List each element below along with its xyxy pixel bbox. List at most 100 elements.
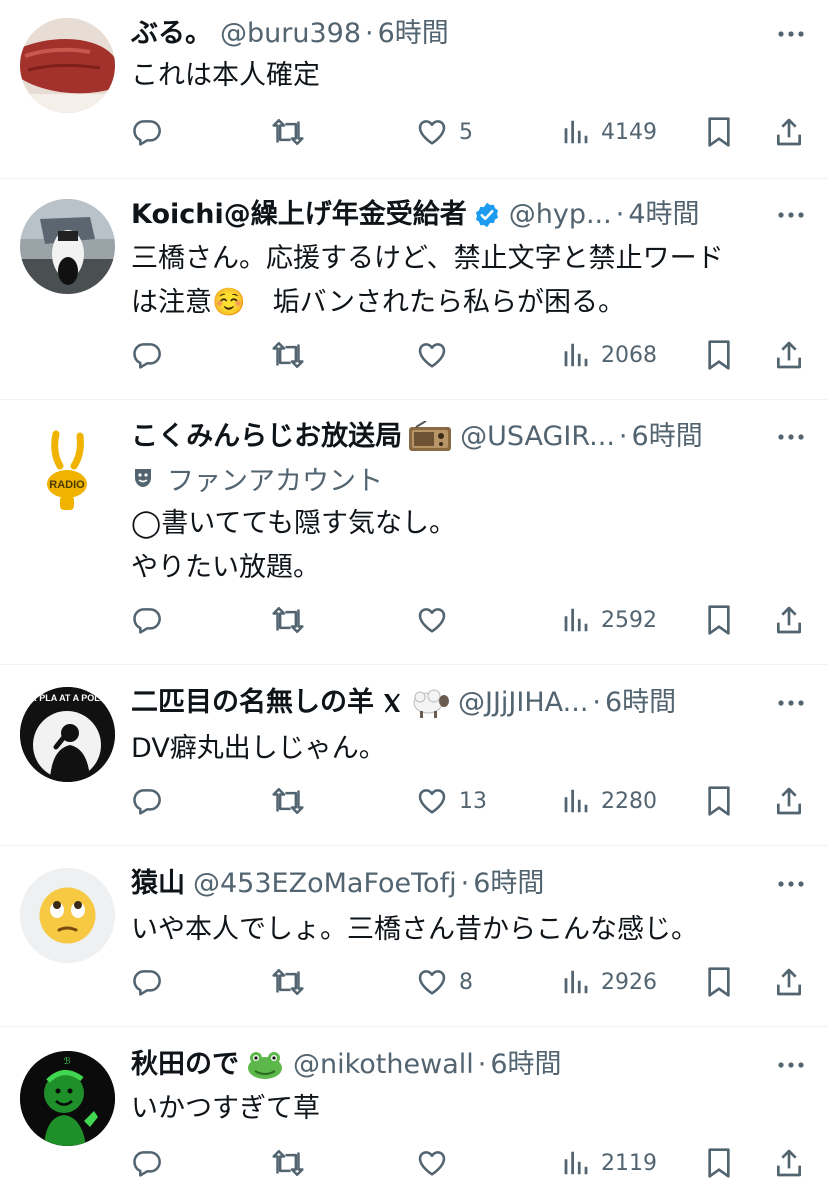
share-button[interactable] [773, 110, 805, 154]
politician-silhouette-avatar: E OUR PLA AT A POLITICIA [20, 687, 115, 782]
reply-button[interactable] [131, 960, 163, 1004]
bookmark-button[interactable] [705, 960, 733, 1004]
reply-icon [133, 120, 161, 146]
author-name[interactable]: 二匹目の名無しの羊 [131, 683, 374, 723]
heart-icon [418, 970, 446, 995]
share-button[interactable] [773, 598, 805, 642]
like-button[interactable]: 8 [415, 960, 473, 1004]
retweet-icon [272, 968, 304, 996]
reply-button[interactable] [131, 779, 163, 823]
reply-button[interactable] [131, 1141, 163, 1185]
avatar[interactable]: RADIO [20, 422, 115, 517]
bookmark-icon [708, 605, 730, 635]
avatar[interactable] [20, 868, 115, 963]
avatar[interactable] [20, 199, 115, 294]
verified-badge-icon [473, 201, 501, 229]
view-count: 2926 [601, 969, 657, 995]
retweet-icon [272, 787, 304, 815]
retweet-button[interactable] [271, 333, 305, 377]
author-name[interactable]: ぶる。 [131, 14, 212, 54]
views-button[interactable]: 2592 [561, 598, 657, 642]
like-count: 13 [459, 788, 487, 814]
author-name[interactable]: こくみんらじお放送局 [131, 417, 402, 457]
heart-icon [418, 608, 446, 633]
author-name[interactable]: Koichi@繰上げ年金受給者 [131, 195, 467, 235]
author-name[interactable]: 猿山 [131, 864, 185, 904]
heart-icon [418, 120, 446, 145]
timestamp[interactable]: 6時間 [632, 417, 703, 457]
retweet-button[interactable] [271, 960, 305, 1004]
retweet-icon [272, 606, 304, 634]
author-handle[interactable]: @JJjJIHA... [458, 683, 588, 723]
reply-icon [133, 1151, 161, 1177]
reply-button[interactable] [131, 110, 163, 154]
analytics-icon [564, 1151, 588, 1175]
avatar[interactable]: ℬ [20, 1051, 115, 1146]
author-handle[interactable]: @hyp... [509, 195, 612, 235]
view-count: 4149 [601, 119, 657, 145]
like-button[interactable]: 5 [415, 110, 473, 154]
share-icon [777, 968, 801, 996]
share-button[interactable] [773, 779, 805, 823]
share-button[interactable] [773, 333, 805, 377]
retweet-button[interactable] [271, 598, 305, 642]
timestamp[interactable]: 4時間 [628, 195, 699, 235]
timestamp[interactable]: 6時間 [490, 1045, 561, 1085]
avatar[interactable]: E OUR PLA AT A POLITICIA [20, 687, 115, 782]
bookmark-button[interactable] [705, 598, 733, 642]
like-button[interactable] [415, 333, 459, 377]
retweet-button[interactable] [271, 779, 305, 823]
reply-tweet-4[interactable]: E OUR PLA AT A POLITICIA 二匹目の名無しの羊 @JJjJ… [0, 665, 828, 845]
timestamp[interactable]: 6時間 [473, 864, 544, 904]
share-button[interactable] [773, 960, 805, 1004]
separator-dot: · [618, 421, 628, 452]
more-options-icon[interactable] [774, 1045, 808, 1085]
separator-dot: · [615, 199, 625, 230]
avatar-label: E OUR PLA AT A POLITICIA [20, 693, 115, 703]
views-button[interactable]: 2119 [561, 1141, 657, 1185]
avatar-label: ℬ [63, 1057, 70, 1067]
like-button[interactable]: 13 [415, 779, 487, 823]
reply-tweet-6[interactable]: ℬ 秋田ので @nikothewall · 6時間 いかつすぎて草 2119 [0, 1027, 828, 1201]
tweet-text: いや本人でしょ。三橋さん昔からこんな感じ。 [131, 914, 698, 945]
timestamp[interactable]: 6時間 [605, 683, 676, 723]
views-button[interactable]: 2068 [561, 333, 657, 377]
more-options-icon[interactable] [774, 417, 808, 457]
avatar[interactable] [20, 18, 115, 113]
more-options-icon[interactable] [774, 683, 808, 723]
retweet-button[interactable] [271, 110, 305, 154]
like-button[interactable] [415, 1141, 459, 1185]
views-button[interactable]: 4149 [561, 110, 657, 154]
fan-account-label: ファンアカウント [131, 458, 383, 498]
timestamp[interactable]: 6時間 [378, 14, 449, 54]
share-icon [777, 341, 801, 369]
reply-tweet-2[interactable]: Koichi@繰上げ年金受給者 @hyp... · 4時間 三橋さん。応援するけ… [0, 179, 828, 399]
more-options-icon[interactable] [774, 864, 808, 904]
reply-button[interactable] [131, 333, 163, 377]
analytics-icon [564, 343, 588, 367]
frog-emoji [245, 1049, 285, 1081]
reply-button[interactable] [131, 598, 163, 642]
like-button[interactable] [415, 598, 459, 642]
bookmark-button[interactable] [705, 779, 733, 823]
more-options-icon[interactable] [774, 14, 808, 54]
author-name[interactable]: 秋田ので [131, 1045, 239, 1085]
views-button[interactable]: 2926 [561, 960, 657, 1004]
bookmark-button[interactable] [705, 333, 733, 377]
reply-tweet-3[interactable]: RADIO こくみんらじお放送局 @USAGIR... · 6時間 ファンアカウ… [0, 400, 828, 664]
bookmark-button[interactable] [705, 1141, 733, 1185]
share-icon [777, 606, 801, 634]
separator-dot: · [592, 687, 601, 718]
share-button[interactable] [773, 1141, 805, 1185]
reply-tweet-5[interactable]: 猿山 @453EZoMaFoeTofj · 6時間 いや本人でしょ。三橋さん昔か… [0, 846, 828, 1026]
author-handle[interactable]: @USAGIR... [460, 417, 615, 457]
author-handle[interactable]: @buru398 [220, 14, 361, 54]
retweet-button[interactable] [271, 1141, 305, 1185]
author-handle[interactable]: @nikothewall [293, 1045, 474, 1085]
heart-icon [418, 789, 446, 814]
views-button[interactable]: 2280 [561, 779, 657, 823]
reply-tweet-1[interactable]: ぶる。 @buru398 · 6時間 これは本人確定 5 4149 [0, 0, 828, 178]
author-handle[interactable]: @453EZoMaFoeTofj [193, 864, 457, 904]
more-options-icon[interactable] [774, 195, 808, 235]
bookmark-button[interactable] [705, 110, 733, 154]
